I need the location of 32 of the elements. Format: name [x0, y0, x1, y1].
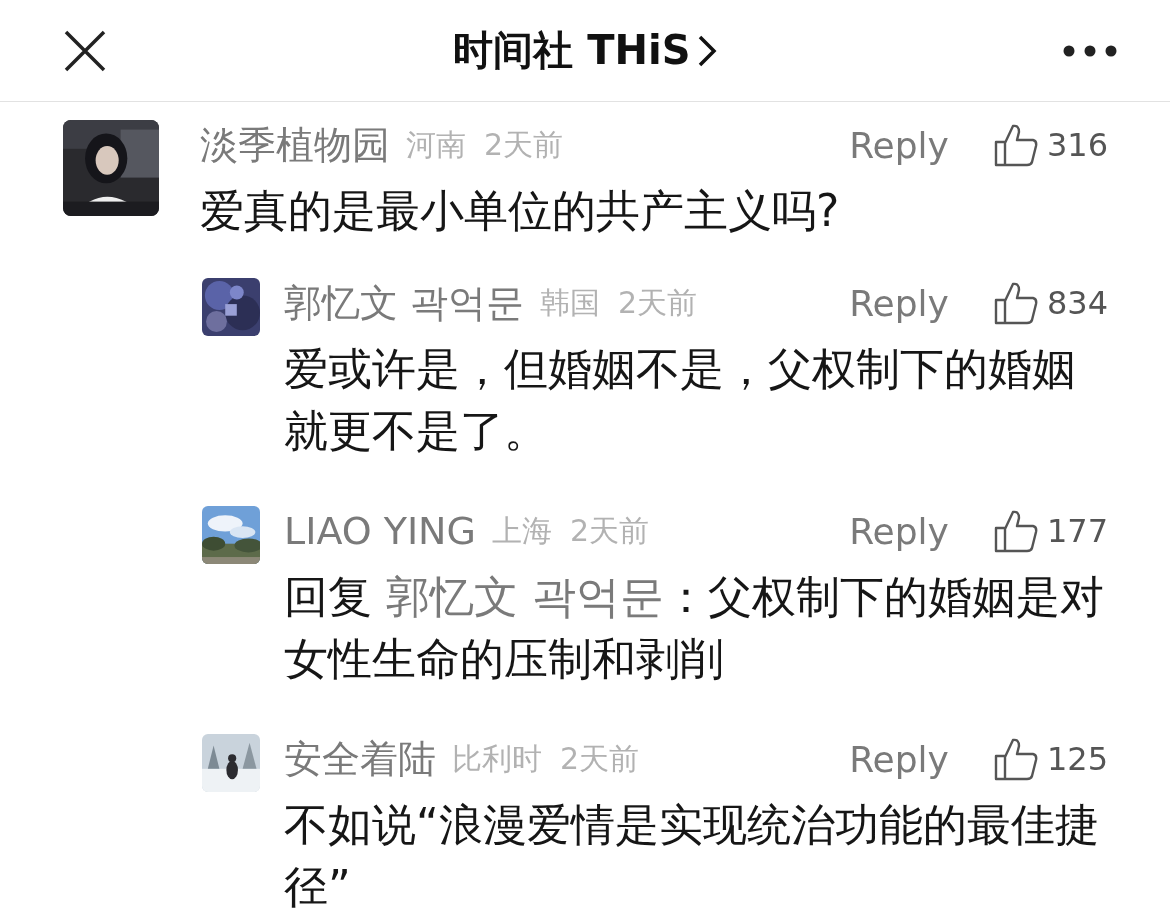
username[interactable]: 淡季植物园: [200, 119, 390, 171]
mention-link[interactable]: 郭忆文 곽억문: [386, 571, 664, 622]
timestamp: 2天前: [570, 511, 650, 550]
thumbs-up-icon[interactable]: [992, 508, 1039, 554]
like-count: 125: [1046, 740, 1108, 778]
comment-text: 爱真的是最小单位的共产主义吗?: [200, 184, 841, 238]
location-label: 韩国: [540, 283, 601, 322]
timestamp: 2天前: [618, 283, 698, 322]
username[interactable]: 安全着陆: [284, 733, 436, 785]
username[interactable]: LIAO YING: [284, 509, 476, 553]
location-label: 比利时: [452, 739, 542, 778]
thumbs-up-icon[interactable]: [992, 280, 1039, 326]
comment-text: 爱或许是，但婚姻不是，父权制下的婚姻就更不是了。: [284, 342, 1077, 458]
page-title[interactable]: 时间社 THiS: [453, 23, 691, 78]
location-label: 上海: [492, 511, 552, 550]
like-count: 177: [1046, 512, 1108, 550]
reply-button[interactable]: Reply: [849, 510, 949, 552]
like-count: 834: [1046, 284, 1108, 322]
chevron-right-icon[interactable]: [696, 33, 717, 68]
timestamp: 2天前: [484, 125, 564, 164]
username[interactable]: 郭忆文 곽억문: [284, 277, 525, 329]
comment-text: 回复 郭忆文 곽억문：父权制下的婚姻是对女性生命的压制和剥削: [284, 570, 1105, 686]
reply-button[interactable]: Reply: [849, 124, 949, 166]
comment-text: 不如说“浪漫爱情是实现统治功能的最佳捷径”: [284, 798, 1100, 914]
like-count: 316: [1046, 126, 1108, 164]
thumbs-up-icon[interactable]: [992, 122, 1039, 168]
thumbs-up-icon[interactable]: [992, 736, 1039, 782]
reply-button[interactable]: Reply: [849, 738, 949, 780]
reply-button[interactable]: Reply: [849, 282, 949, 324]
timestamp: 2天前: [560, 739, 640, 778]
location-label: 河南: [406, 125, 466, 164]
more-icon[interactable]: [1062, 43, 1118, 58]
